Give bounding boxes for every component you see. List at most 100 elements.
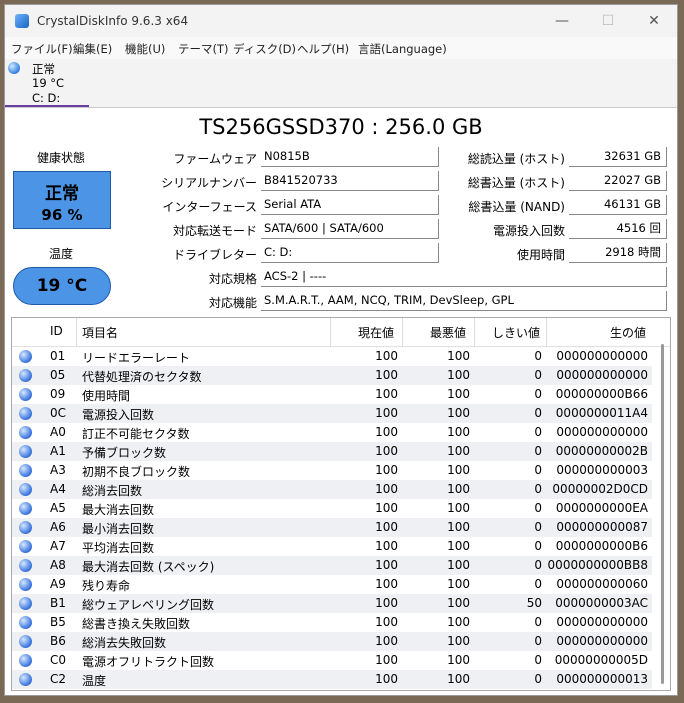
menu-function[interactable]: 機能(U) [125, 41, 165, 57]
nand-writes-value: 46131 GB [569, 195, 667, 215]
cell-thr: 0 [534, 425, 542, 439]
cell-thr: 0 [534, 444, 542, 458]
host-writes-value: 22027 GB [569, 171, 667, 191]
column-separator [402, 318, 403, 346]
cell-name: 使用時間 [82, 389, 131, 403]
cell-cur: 100 [375, 501, 398, 515]
table-row[interactable]: A6 最小消去回数 100 100 0 000000000087 [12, 518, 652, 537]
cell-raw: 000000000013 [556, 672, 648, 686]
cell-raw: 000000000000 [556, 349, 648, 363]
cell-id: A1 [50, 444, 66, 458]
cell-thr: 0 [534, 577, 542, 591]
cell-cur: 100 [375, 653, 398, 667]
cell-id: A9 [50, 577, 66, 591]
menu-bar: ファイル(F) 編集(E) 機能(U) テーマ(T) ディスク(D) ヘルプ(H… [5, 37, 677, 59]
table-row[interactable]: 05 代替処理済のセクタ数 100 100 0 000000000000 [12, 366, 652, 385]
cell-worst: 100 [447, 406, 470, 420]
cell-raw: 00000000005D [554, 653, 648, 667]
cell-id: A7 [50, 539, 66, 553]
header-raw[interactable]: 生の値 [610, 324, 646, 341]
health-status-box[interactable]: 正常 96 % [13, 171, 111, 229]
nand-writes-label: 総書込量 (NAND) [468, 200, 565, 214]
status-dot-icon [19, 426, 32, 439]
cell-raw: 000000000060 [556, 577, 648, 591]
cell-name: リードエラーレート [82, 351, 191, 365]
header-current[interactable]: 現在値 [358, 324, 394, 341]
header-id[interactable]: ID [50, 324, 63, 338]
vertical-scrollbar[interactable] [661, 344, 664, 684]
health-percent: 96 % [41, 206, 83, 224]
table-row[interactable]: 09 使用時間 100 100 0 000000000B66 [12, 385, 652, 404]
cell-name: 代替処理済のセクタ数 [82, 370, 202, 384]
column-separator [76, 318, 77, 346]
cell-id: 01 [50, 349, 66, 363]
cell-thr: 0 [534, 501, 542, 515]
drive-tab-letters: C: D: [32, 91, 61, 105]
status-dot-icon [19, 654, 32, 667]
column-separator [330, 318, 331, 346]
table-row[interactable]: 0C 電源投入回数 100 100 0 0000000011A4 [12, 404, 652, 423]
cell-worst: 100 [447, 520, 470, 534]
table-row[interactable]: C0 電源オフリトラクト回数 100 100 0 00000000005D [12, 651, 652, 670]
minimize-button[interactable]: — [539, 5, 585, 37]
status-dot-icon [19, 673, 32, 686]
cell-raw: 0000000000B6 [555, 539, 648, 553]
cell-name: 平均消去回数 [82, 541, 155, 555]
transfer-mode-value: SATA/600 | SATA/600 [261, 219, 439, 239]
smart-table-header: ID 項目名 現在値 最悪値 しきい値 生の値 [12, 318, 670, 347]
cell-worst: 100 [447, 596, 470, 610]
cell-cur: 100 [375, 387, 398, 401]
table-row[interactable]: B6 総消去失敗回数 100 100 0 000000000000 [12, 632, 652, 651]
cell-cur: 100 [375, 539, 398, 553]
menu-language[interactable]: 言語(Language) [358, 41, 447, 57]
status-dot-icon [19, 559, 32, 572]
cell-raw: 00000000002B [555, 444, 648, 458]
app-window: CrystalDiskInfo 9.6.3 x64 — ☐ ✕ ファイル(F) … [4, 4, 678, 696]
menu-help[interactable]: ヘルプ(H) [297, 41, 349, 57]
table-row[interactable]: A1 予備ブロック数 100 100 0 00000000002B [12, 442, 652, 461]
table-row[interactable]: C2 温度 100 100 0 000000000013 [12, 670, 652, 689]
status-dot-icon [19, 502, 32, 515]
cell-cur: 100 [375, 520, 398, 534]
cell-name: 総ウェアレベリング回数 [82, 598, 215, 612]
table-row[interactable]: 01 リードエラーレート 100 100 0 000000000000 [12, 347, 652, 366]
header-threshold[interactable]: しきい値 [492, 324, 540, 341]
temperature-box[interactable]: 19 °C [13, 267, 111, 305]
status-dot-icon [19, 540, 32, 553]
drive-letter-value: C: D: [261, 243, 439, 263]
table-row[interactable]: A7 平均消去回数 100 100 0 0000000000B6 [12, 537, 652, 556]
status-dot-icon [19, 635, 32, 648]
table-row[interactable]: A9 残り寿命 100 100 0 000000000060 [12, 575, 652, 594]
menu-file[interactable]: ファイル(F) [11, 41, 73, 57]
menu-disk[interactable]: ディスク(D) [233, 41, 296, 57]
maximize-button[interactable]: ☐ [585, 5, 631, 37]
cell-cur: 100 [375, 634, 398, 648]
firmware-value: N0815B [261, 147, 439, 167]
table-row[interactable]: A5 最大消去回数 100 100 0 0000000000EA [12, 499, 652, 518]
cell-cur: 100 [375, 577, 398, 591]
table-row[interactable]: A0 訂正不可能セクタ数 100 100 0 000000000000 [12, 423, 652, 442]
cell-worst: 100 [447, 501, 470, 515]
cell-raw: 000000000B66 [555, 387, 648, 401]
cell-thr: 0 [534, 539, 542, 553]
cell-id: 0C [50, 406, 67, 420]
header-name[interactable]: 項目名 [82, 324, 118, 341]
close-button[interactable]: ✕ [631, 5, 677, 37]
drive-letter-label: ドライブレター [172, 248, 257, 262]
column-separator [474, 318, 475, 346]
drive-tab[interactable]: 正常 19 °C C: D: [5, 59, 89, 107]
status-dot-icon [19, 597, 32, 610]
table-row[interactable]: A3 初期不良ブロック数 100 100 0 000000000003 [12, 461, 652, 480]
menu-edit[interactable]: 編集(E) [73, 41, 112, 57]
title-bar: CrystalDiskInfo 9.6.3 x64 — ☐ ✕ [5, 5, 677, 37]
drive-tab-indicator [5, 105, 89, 107]
table-row[interactable]: B5 総書き換え失敗回数 100 100 0 000000000000 [12, 613, 652, 632]
menu-theme[interactable]: テーマ(T) [178, 41, 229, 57]
table-row[interactable]: A4 総消去回数 100 100 0 00000002D0CD [12, 480, 652, 499]
table-row[interactable]: A8 最大消去回数 (スペック) 100 100 0 0000000000BB8 [12, 556, 652, 575]
header-worst[interactable]: 最悪値 [430, 324, 466, 341]
status-dot-icon [19, 578, 32, 591]
table-row[interactable]: B1 総ウェアレベリング回数 100 100 50 0000000003AC [12, 594, 652, 613]
cell-id: A6 [50, 520, 66, 534]
drive-bar: 正常 19 °C C: D: [5, 59, 677, 108]
